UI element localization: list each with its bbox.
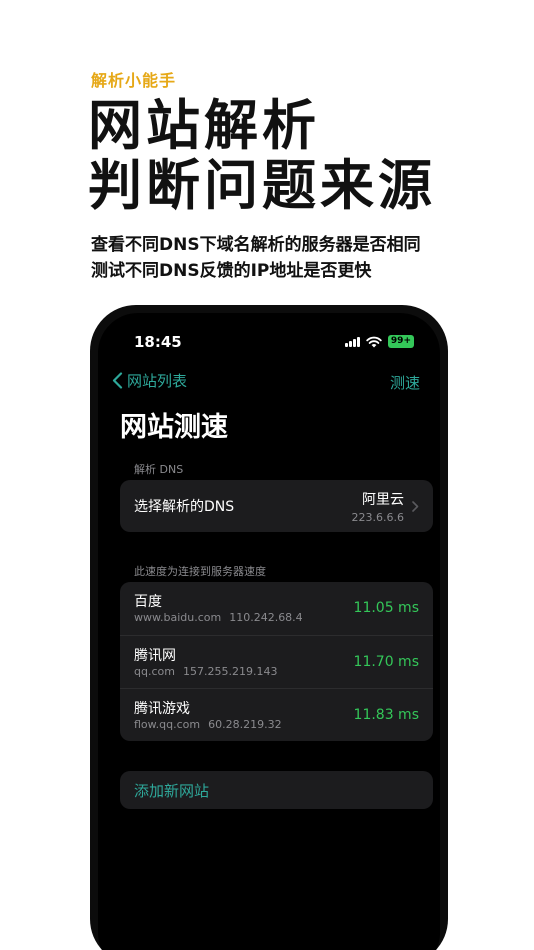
promo-title-line1: 网站解析 [88, 94, 320, 157]
site-row[interactable]: 百度 www.baidu.com 110.242.68.4 11.05 ms [120, 582, 433, 635]
site-row[interactable]: 腾讯网 qq.com 157.255.219.143 11.70 ms [120, 635, 433, 688]
dns-card: 选择解析的DNS 阿里云 223.6.6.6 [120, 480, 433, 532]
dns-section-label: 解析 DNS [134, 463, 184, 476]
site-row[interactable]: 腾讯游戏 flow.qq.com 60.28.219.32 11.83 ms [120, 688, 433, 741]
dns-select-label: 选择解析的DNS [134, 499, 235, 515]
site-list-card: 百度 www.baidu.com 110.242.68.4 11.05 ms 腾讯… [120, 582, 433, 741]
site-domain: www.baidu.com [134, 611, 222, 624]
add-site-label: 添加新网站 [134, 781, 210, 800]
back-button-label: 网站列表 [127, 372, 188, 390]
site-name: 腾讯网 [134, 648, 176, 664]
promo-subtitle-line2: 测试不同DNS反馈的IP地址是否更快 [91, 261, 372, 281]
dns-selected-ip: 223.6.6.6 [351, 510, 404, 524]
site-ip: 157.255.219.143 [182, 665, 278, 678]
site-domain: flow.qq.com [134, 718, 201, 731]
promo-subtitle-line1: 查看不同DNS下域名解析的服务器是否相同 [91, 235, 421, 255]
speed-section-label: 此速度为连接到服务器速度 [134, 565, 266, 578]
promo-title: 网站解析 判断问题来源 [88, 96, 436, 216]
status-time: 18:45 [134, 333, 182, 351]
status-icons: 99+ [344, 335, 414, 348]
site-name: 百度 [134, 594, 162, 610]
back-button[interactable]: 网站列表 [112, 370, 187, 391]
speed-test-button[interactable]: 测速 [390, 372, 420, 393]
add-site-button[interactable]: 添加新网站 [120, 771, 433, 809]
dns-selected-name: 阿里云 [362, 491, 404, 508]
wifi-icon [366, 336, 382, 347]
site-speed: 11.83 ms [353, 707, 419, 723]
chevron-right-icon [412, 500, 419, 512]
phone-frame: 18:45 99+ 网站列表 测速 网站测速 解析 DNS 选择解析的DNS 阿… [90, 305, 448, 950]
dns-select-row[interactable]: 选择解析的DNS 阿里云 223.6.6.6 [120, 480, 433, 532]
promo-title-line2: 判断问题来源 [88, 154, 436, 217]
site-ip: 60.28.219.32 [208, 718, 282, 731]
page-title: 网站测速 [120, 412, 228, 443]
site-ip: 110.242.68.4 [229, 611, 303, 624]
battery-icon: 99+ [387, 335, 414, 348]
cellular-signal-icon [344, 336, 360, 347]
site-domain: qq.com [134, 665, 175, 678]
site-speed: 11.70 ms [353, 654, 419, 670]
promo-kicker: 解析小能手 [91, 71, 177, 90]
chevron-left-icon [112, 372, 123, 389]
site-speed: 11.05 ms [353, 600, 419, 616]
phone-screen: 18:45 99+ 网站列表 测速 网站测速 解析 DNS 选择解析的DNS 阿… [98, 313, 440, 950]
site-name: 腾讯游戏 [134, 701, 190, 717]
promo-subtitle: 查看不同DNS下域名解析的服务器是否相同 测试不同DNS反馈的IP地址是否更快 [91, 232, 421, 284]
